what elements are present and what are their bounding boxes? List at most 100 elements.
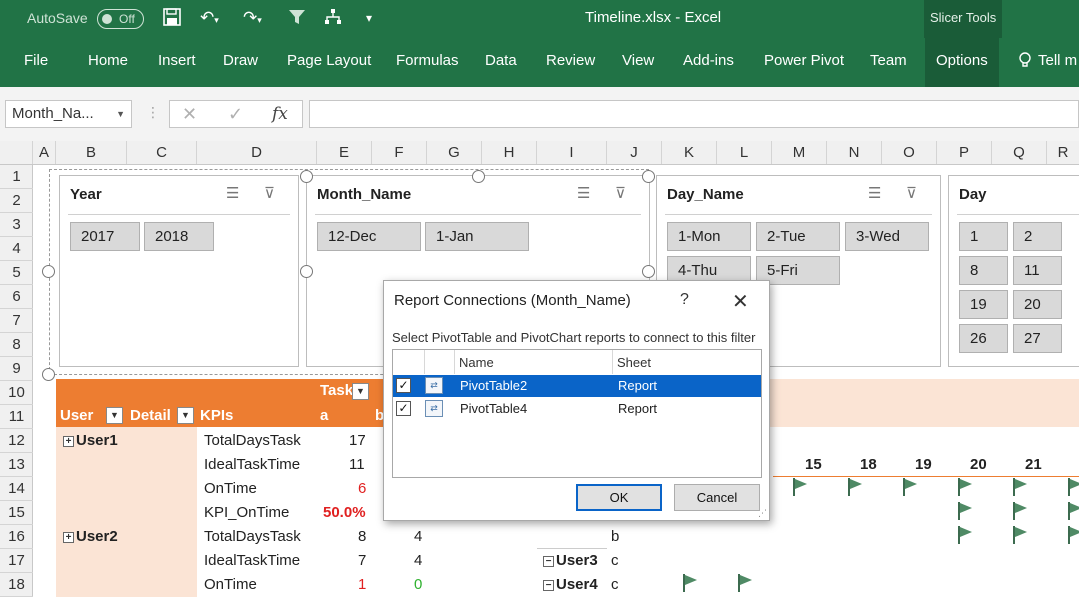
collapse-icon[interactable]: − [543,580,554,591]
expand-icon[interactable]: + [63,532,74,543]
detail-filter-dropdown[interactable]: ▼ [177,407,194,424]
pivot-user4[interactable]: − User4 [543,576,598,593]
col-header[interactable]: M [772,141,827,164]
row-header[interactable]: 6 [0,285,33,309]
col-header[interactable]: E [317,141,372,164]
slicer-item[interactable]: 11 [1013,256,1062,285]
col-header[interactable]: A [33,141,56,164]
row-header[interactable]: 7 [0,309,33,333]
col-header[interactable]: Q [992,141,1047,164]
expand-icon[interactable]: + [63,436,74,447]
multi-select-icon[interactable]: ☰ [868,184,895,202]
report-list[interactable]: Name Sheet ✓ ⇄ PivotTable2 Report ✓ ⇄ Pi… [392,349,762,478]
slicer-item[interactable]: 2 [1013,222,1062,251]
slicer-item[interactable]: 1-Mon [667,222,751,251]
task-filter-dropdown[interactable]: ▼ [352,383,369,400]
slicer-item[interactable]: 20 [1013,290,1062,319]
row-header[interactable]: 10 [0,381,33,405]
list-header-name[interactable]: Name [455,350,613,374]
tab-add-ins[interactable]: Add-ins [683,52,734,69]
help-icon[interactable]: ? [680,291,689,309]
multi-select-icon[interactable]: ☰ [577,184,604,202]
resize-handle[interactable] [300,170,313,183]
list-row[interactable]: ✓ ⇄ PivotTable2 Report [393,375,761,397]
tab-file[interactable]: File [24,52,48,69]
tab-data[interactable]: Data [485,52,517,69]
redo-icon[interactable]: ↷▾ [243,8,262,28]
list-header-sheet[interactable]: Sheet [613,350,761,374]
resize-handle[interactable] [42,368,55,381]
resize-grip-icon[interactable]: ⋰ [758,508,767,519]
tab-options[interactable]: Options [925,38,999,87]
slicer-item[interactable]: 8 [959,256,1008,285]
row-header[interactable]: 8 [0,333,33,357]
col-header[interactable]: H [482,141,537,164]
tab-tell-me[interactable]: Tell m [1038,52,1077,69]
name-box[interactable]: Month_Na... ▼ [5,100,132,128]
ok-button[interactable]: OK [576,484,662,511]
row-header[interactable]: 13 [0,453,33,477]
slicer-item[interactable]: 2017 [70,222,140,251]
slicer-item[interactable]: 3-Wed [845,222,929,251]
chevron-down-icon[interactable]: ▼ [116,109,125,119]
col-header[interactable]: R [1047,141,1079,164]
checkbox-checked[interactable]: ✓ [396,401,411,416]
hierarchy-icon[interactable] [324,8,342,31]
list-row[interactable]: ✓ ⇄ PivotTable4 Report [393,398,761,420]
tab-home[interactable]: Home [88,52,128,69]
col-header[interactable]: C [127,141,197,164]
collapse-icon[interactable]: − [543,556,554,567]
col-header[interactable]: O [882,141,937,164]
tab-insert[interactable]: Insert [158,52,196,69]
slicer-item[interactable]: 2018 [144,222,214,251]
row-header[interactable]: 9 [0,357,33,381]
tab-team[interactable]: Team [870,52,907,69]
row-header[interactable]: 11 [0,405,33,429]
slicer-year[interactable]: Year ☰ ⊽ 2017 2018 [59,175,299,367]
row-header[interactable]: 2 [0,189,33,213]
pivot-user2[interactable]: + User2 [63,528,118,545]
tab-draw[interactable]: Draw [223,52,258,69]
row-header[interactable]: 3 [0,213,33,237]
tab-power-pivot[interactable]: Power Pivot [764,52,844,69]
undo-icon[interactable]: ↶▾ [200,8,219,28]
row-header[interactable]: 17 [0,549,33,573]
row-header[interactable]: 1 [0,165,33,189]
insert-function-icon[interactable]: fx [272,104,288,124]
resize-handle[interactable] [472,170,485,183]
col-header[interactable]: L [717,141,772,164]
row-header[interactable]: 16 [0,525,33,549]
resize-handle[interactable] [642,170,655,183]
col-header[interactable]: K [662,141,717,164]
filter-icon[interactable] [288,8,306,31]
clear-filter-icon[interactable]: ⊽ [615,184,640,202]
resize-handle-icon[interactable]: ⋮ [146,104,160,121]
save-icon[interactable] [163,8,181,31]
slicer-item[interactable]: 19 [959,290,1008,319]
slicer-item[interactable]: 2-Tue [756,222,840,251]
user-filter-dropdown[interactable]: ▼ [106,407,123,424]
row-header[interactable]: 4 [0,237,33,261]
slicer-item[interactable]: 1 [959,222,1008,251]
cancel-button[interactable]: Cancel [674,484,760,511]
select-all-corner[interactable] [0,141,33,164]
col-header[interactable]: N [827,141,882,164]
slicer-day[interactable]: Day 1 2 8 11 19 20 26 27 [948,175,1079,367]
row-header[interactable]: 18 [0,573,33,597]
row-header[interactable]: 5 [0,261,33,285]
slicer-item[interactable]: 1-Jan [425,222,529,251]
slicer-item[interactable]: 26 [959,324,1008,353]
row-header[interactable]: 15 [0,501,33,525]
row-header[interactable]: 14 [0,477,33,501]
col-header[interactable]: B [56,141,127,164]
tab-page-layout[interactable]: Page Layout [287,52,371,69]
col-header[interactable]: G [427,141,482,164]
col-header[interactable]: D [197,141,317,164]
slicer-item[interactable]: 27 [1013,324,1062,353]
clear-filter-icon[interactable]: ⊽ [906,184,931,202]
enter-icon[interactable]: ✓ [228,104,243,125]
customize-qat-icon[interactable]: ▾ [366,11,372,25]
tab-view[interactable]: View [622,52,654,69]
formula-input[interactable] [309,100,1079,128]
pivot-user3[interactable]: − User3 [543,552,598,569]
